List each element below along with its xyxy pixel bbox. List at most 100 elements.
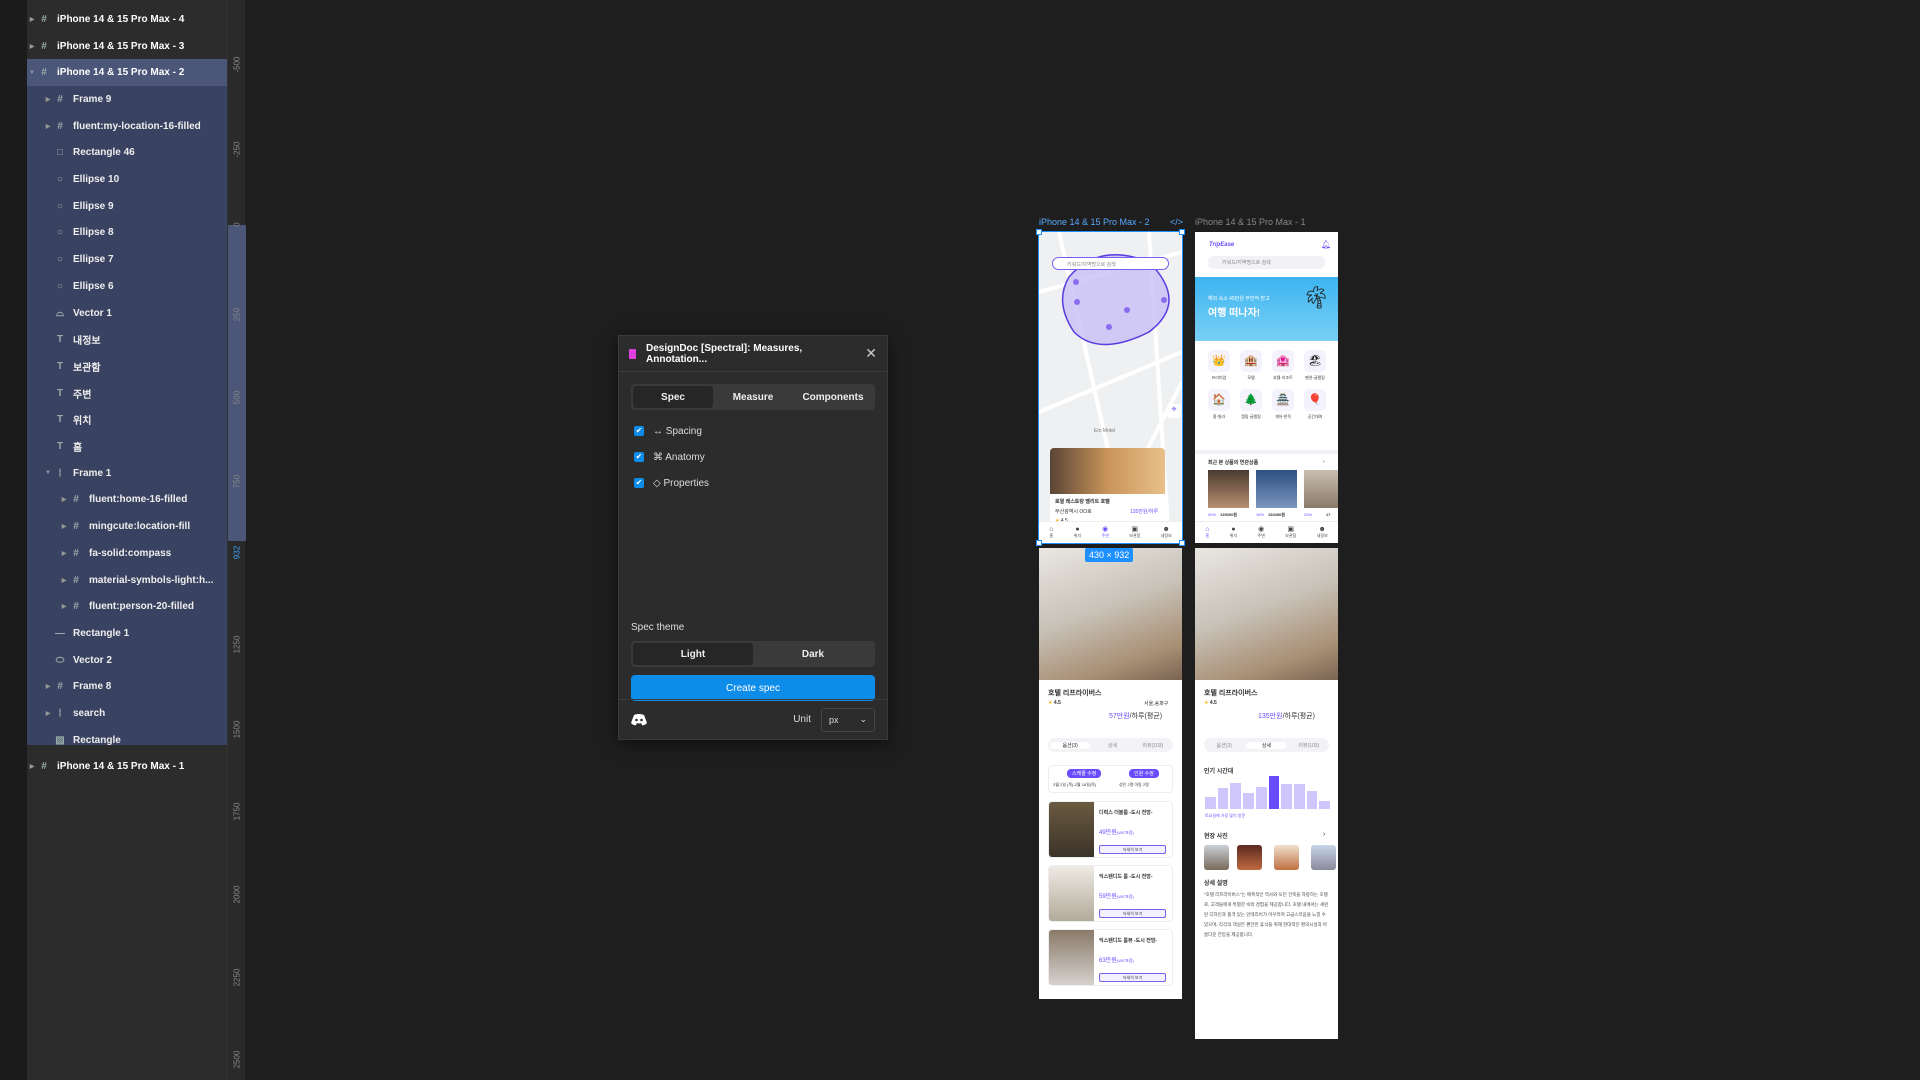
nav-nearby[interactable]: ◉ 주변 [1258, 526, 1265, 539]
home-frame[interactable]: TripEase 🔔︎ 키워드/지역명으로 검색 해외 숙소 45만원 무한적 … [1195, 232, 1338, 543]
layer-row[interactable]: ▶ # fluent:my-location-16-filled [27, 113, 227, 140]
nav-saved[interactable]: ▣ 보관함 [1285, 526, 1296, 539]
category-icon[interactable]: 🏯 [1272, 389, 1294, 411]
layer-row[interactable]: ▶ # Frame 9 [27, 86, 227, 113]
recent-item-photo[interactable] [1256, 470, 1297, 508]
layer-row[interactable]: ○ Ellipse 9 [27, 193, 227, 220]
discord-icon[interactable] [631, 713, 647, 726]
layer-expand-toggle[interactable]: ▶ [59, 550, 69, 557]
layer-row[interactable]: — Rectangle 1 [27, 620, 227, 647]
site-photo[interactable] [1204, 845, 1229, 870]
anatomy-option[interactable]: ✔ ⌘ Anatomy [634, 444, 887, 470]
resize-handle[interactable] [1179, 229, 1185, 235]
category-icon[interactable]: 🏩 [1272, 350, 1294, 372]
tab-options[interactable]: 옵션(3) [1050, 741, 1091, 749]
layer-expand-toggle[interactable]: ▶ [27, 43, 37, 50]
recent-item-photo[interactable] [1208, 470, 1249, 508]
category-icon[interactable]: 🏠 [1208, 389, 1230, 411]
layer-row[interactable]: □ Rectangle 46 [27, 140, 227, 167]
tab-reviews[interactable]: 리뷰(103) [1289, 742, 1329, 749]
layer-row[interactable]: ▼ # iPhone 14 & 15 Pro Max - 2 [27, 59, 227, 87]
layer-expand-toggle[interactable]: ▶ [59, 603, 69, 610]
layer-expand-toggle[interactable]: ▶ [27, 16, 37, 23]
room-card[interactable]: 익스텐디드 룸뷰 -도시 전망- 63만원(VAT포함) 자세히 보기 [1048, 929, 1173, 986]
layer-expand-toggle[interactable]: ▼ [43, 470, 53, 476]
layer-row[interactable]: T 내정보 [27, 326, 227, 353]
room-detail-button[interactable]: 자세히 보기 [1099, 845, 1166, 854]
layer-row[interactable]: T 위치 [27, 407, 227, 434]
layer-row[interactable]: T홈 [27, 433, 227, 460]
resize-handle[interactable] [1036, 540, 1042, 546]
room-card[interactable]: 익스텐디드 룸 -도시 전망- 59만원(VAT포함) 자세히 보기 [1048, 865, 1173, 922]
schedule-edit-button[interactable]: 스케줄 수정 [1067, 769, 1102, 778]
code-icon[interactable]: </> [1170, 217, 1183, 227]
map-frame[interactable]: 키워드/지역명으로 검색 ⌖ Em Motel 로열 레스토랑 벨리트 호텔 부… [1038, 231, 1183, 544]
layer-row[interactable]: ▶ # fluent:person-20-filled [27, 593, 227, 620]
category-icon[interactable]: 🏨 [1240, 350, 1262, 372]
chevron-right-icon[interactable]: › [1323, 831, 1325, 838]
layer-row[interactable]: ▶ # iPhone 14 & 15 Pro Max - 3 [27, 33, 227, 60]
nav-location[interactable]: ● 위치 [1230, 526, 1237, 539]
layer-row[interactable]: ⬭ Vector 2 [27, 647, 227, 674]
layer-row[interactable]: ▨ Rectangle [27, 727, 227, 754]
layer-row[interactable]: ▶ # fluent:home-16-filled [27, 487, 227, 514]
layer-row[interactable]: ▶ # iPhone 14 & 15 Pro Max - 1 [27, 754, 227, 781]
frame2-label[interactable]: iPhone 14 & 15 Pro Max - 2 [1039, 217, 1150, 227]
layer-row[interactable]: ▶ # Frame 8 [27, 674, 227, 701]
layer-expand-toggle[interactable]: ▶ [27, 763, 37, 770]
nav-saved[interactable]: ▣ 보관함 [1129, 526, 1140, 539]
hotel-card[interactable]: 로열 레스토랑 벨리트 호텔 부산광역시 OO로 135만원/하루 ★ 4.5 [1050, 448, 1165, 530]
site-photo[interactable] [1237, 845, 1262, 870]
layer-row[interactable]: ▶ # material-symbols-light:h... [27, 567, 227, 594]
create-spec-button[interactable]: Create spec [631, 675, 875, 701]
layer-row[interactable]: ⌓ Vector 1 [27, 300, 227, 327]
layer-row[interactable]: ▶ # iPhone 14 & 15 Pro Max - 4 [27, 6, 227, 33]
layer-row[interactable]: ○ Ellipse 10 [27, 166, 227, 193]
theme-dark[interactable]: Dark [753, 643, 873, 665]
layer-expand-toggle[interactable]: ▶ [43, 123, 53, 130]
theme-light[interactable]: Light [633, 643, 753, 665]
spacing-option[interactable]: ✔ ↔ Spacing [634, 418, 887, 444]
category-icon[interactable]: 🌲 [1240, 389, 1262, 411]
room-detail-button[interactable]: 자세히 보기 [1099, 973, 1166, 982]
resize-handle[interactable] [1036, 229, 1042, 235]
layer-expand-toggle[interactable]: ▶ [43, 683, 53, 690]
layer-expand-toggle[interactable]: ▶ [59, 523, 69, 530]
layer-expand-toggle[interactable]: ▶ [43, 710, 53, 717]
site-photo[interactable] [1274, 845, 1299, 870]
checkbox-properties[interactable]: ✔ [634, 478, 644, 488]
detail-info-frame[interactable]: 호텔 리프라이버스 ★ 4.5 135만원/하루(평균) 옵션(3) 상세 리뷰… [1195, 548, 1338, 1039]
layer-expand-toggle[interactable]: ▶ [59, 496, 69, 503]
nav-nearby[interactable]: ◉ 주변 [1102, 526, 1109, 539]
layer-expand-toggle[interactable]: ▼ [27, 70, 37, 76]
bell-icon[interactable]: 🔔︎ [1321, 240, 1331, 249]
room-card[interactable]: 디럭스 더블룸 -도시 전망- 49만원(VAT포함) 자세히 보기 [1048, 801, 1173, 858]
tab-reviews[interactable]: 리뷰(103) [1133, 742, 1173, 749]
properties-option[interactable]: ✔ ◇ Properties [634, 470, 887, 496]
checkbox-spacing[interactable]: ✔ [634, 426, 644, 436]
category-icon[interactable]: 👑 [1208, 350, 1230, 372]
layer-row[interactable]: ▼ ⦙ Frame 1 [27, 460, 227, 487]
detail-options-frame[interactable]: 호텔 리프라이버스 ★ 4.5 서울,송파구 57만원/하루(평균) 옵션(3)… [1039, 548, 1182, 999]
site-photo[interactable] [1311, 845, 1336, 870]
my-location-icon[interactable]: ⌖ [1167, 404, 1181, 418]
layer-row[interactable]: ○ Ellipse 8 [27, 220, 227, 247]
nav-profile[interactable]: ☻ 내정보 [1317, 526, 1328, 539]
tab-options[interactable]: 옵션(3) [1204, 742, 1244, 749]
category-icon[interactable]: 🎈 [1304, 389, 1326, 411]
room-detail-button[interactable]: 자세히 보기 [1099, 909, 1166, 918]
home-search-input[interactable]: 키워드/지역명으로 검색 [1208, 256, 1325, 269]
nav-profile[interactable]: ☻ 내정보 [1161, 526, 1172, 539]
nav-home[interactable]: ⌂ 홈 [1205, 526, 1209, 539]
resize-handle[interactable] [1179, 540, 1185, 546]
layer-row[interactable]: ▶ # mingcute:location-fill [27, 513, 227, 540]
checkbox-anatomy[interactable]: ✔ [634, 452, 644, 462]
recent-item-photo[interactable] [1304, 470, 1338, 508]
chevron-right-icon[interactable]: › [1323, 459, 1325, 465]
tab-components[interactable]: Components [793, 386, 873, 408]
map-search-input[interactable]: 키워드/지역명으로 검색 [1052, 257, 1169, 270]
nav-location[interactable]: ● 위치 [1074, 526, 1081, 539]
layer-row[interactable]: ○ Ellipse 7 [27, 246, 227, 273]
frame1-label[interactable]: iPhone 14 & 15 Pro Max - 1 [1195, 217, 1306, 227]
layer-row[interactable]: ▶ # fa-solid:compass [27, 540, 227, 567]
